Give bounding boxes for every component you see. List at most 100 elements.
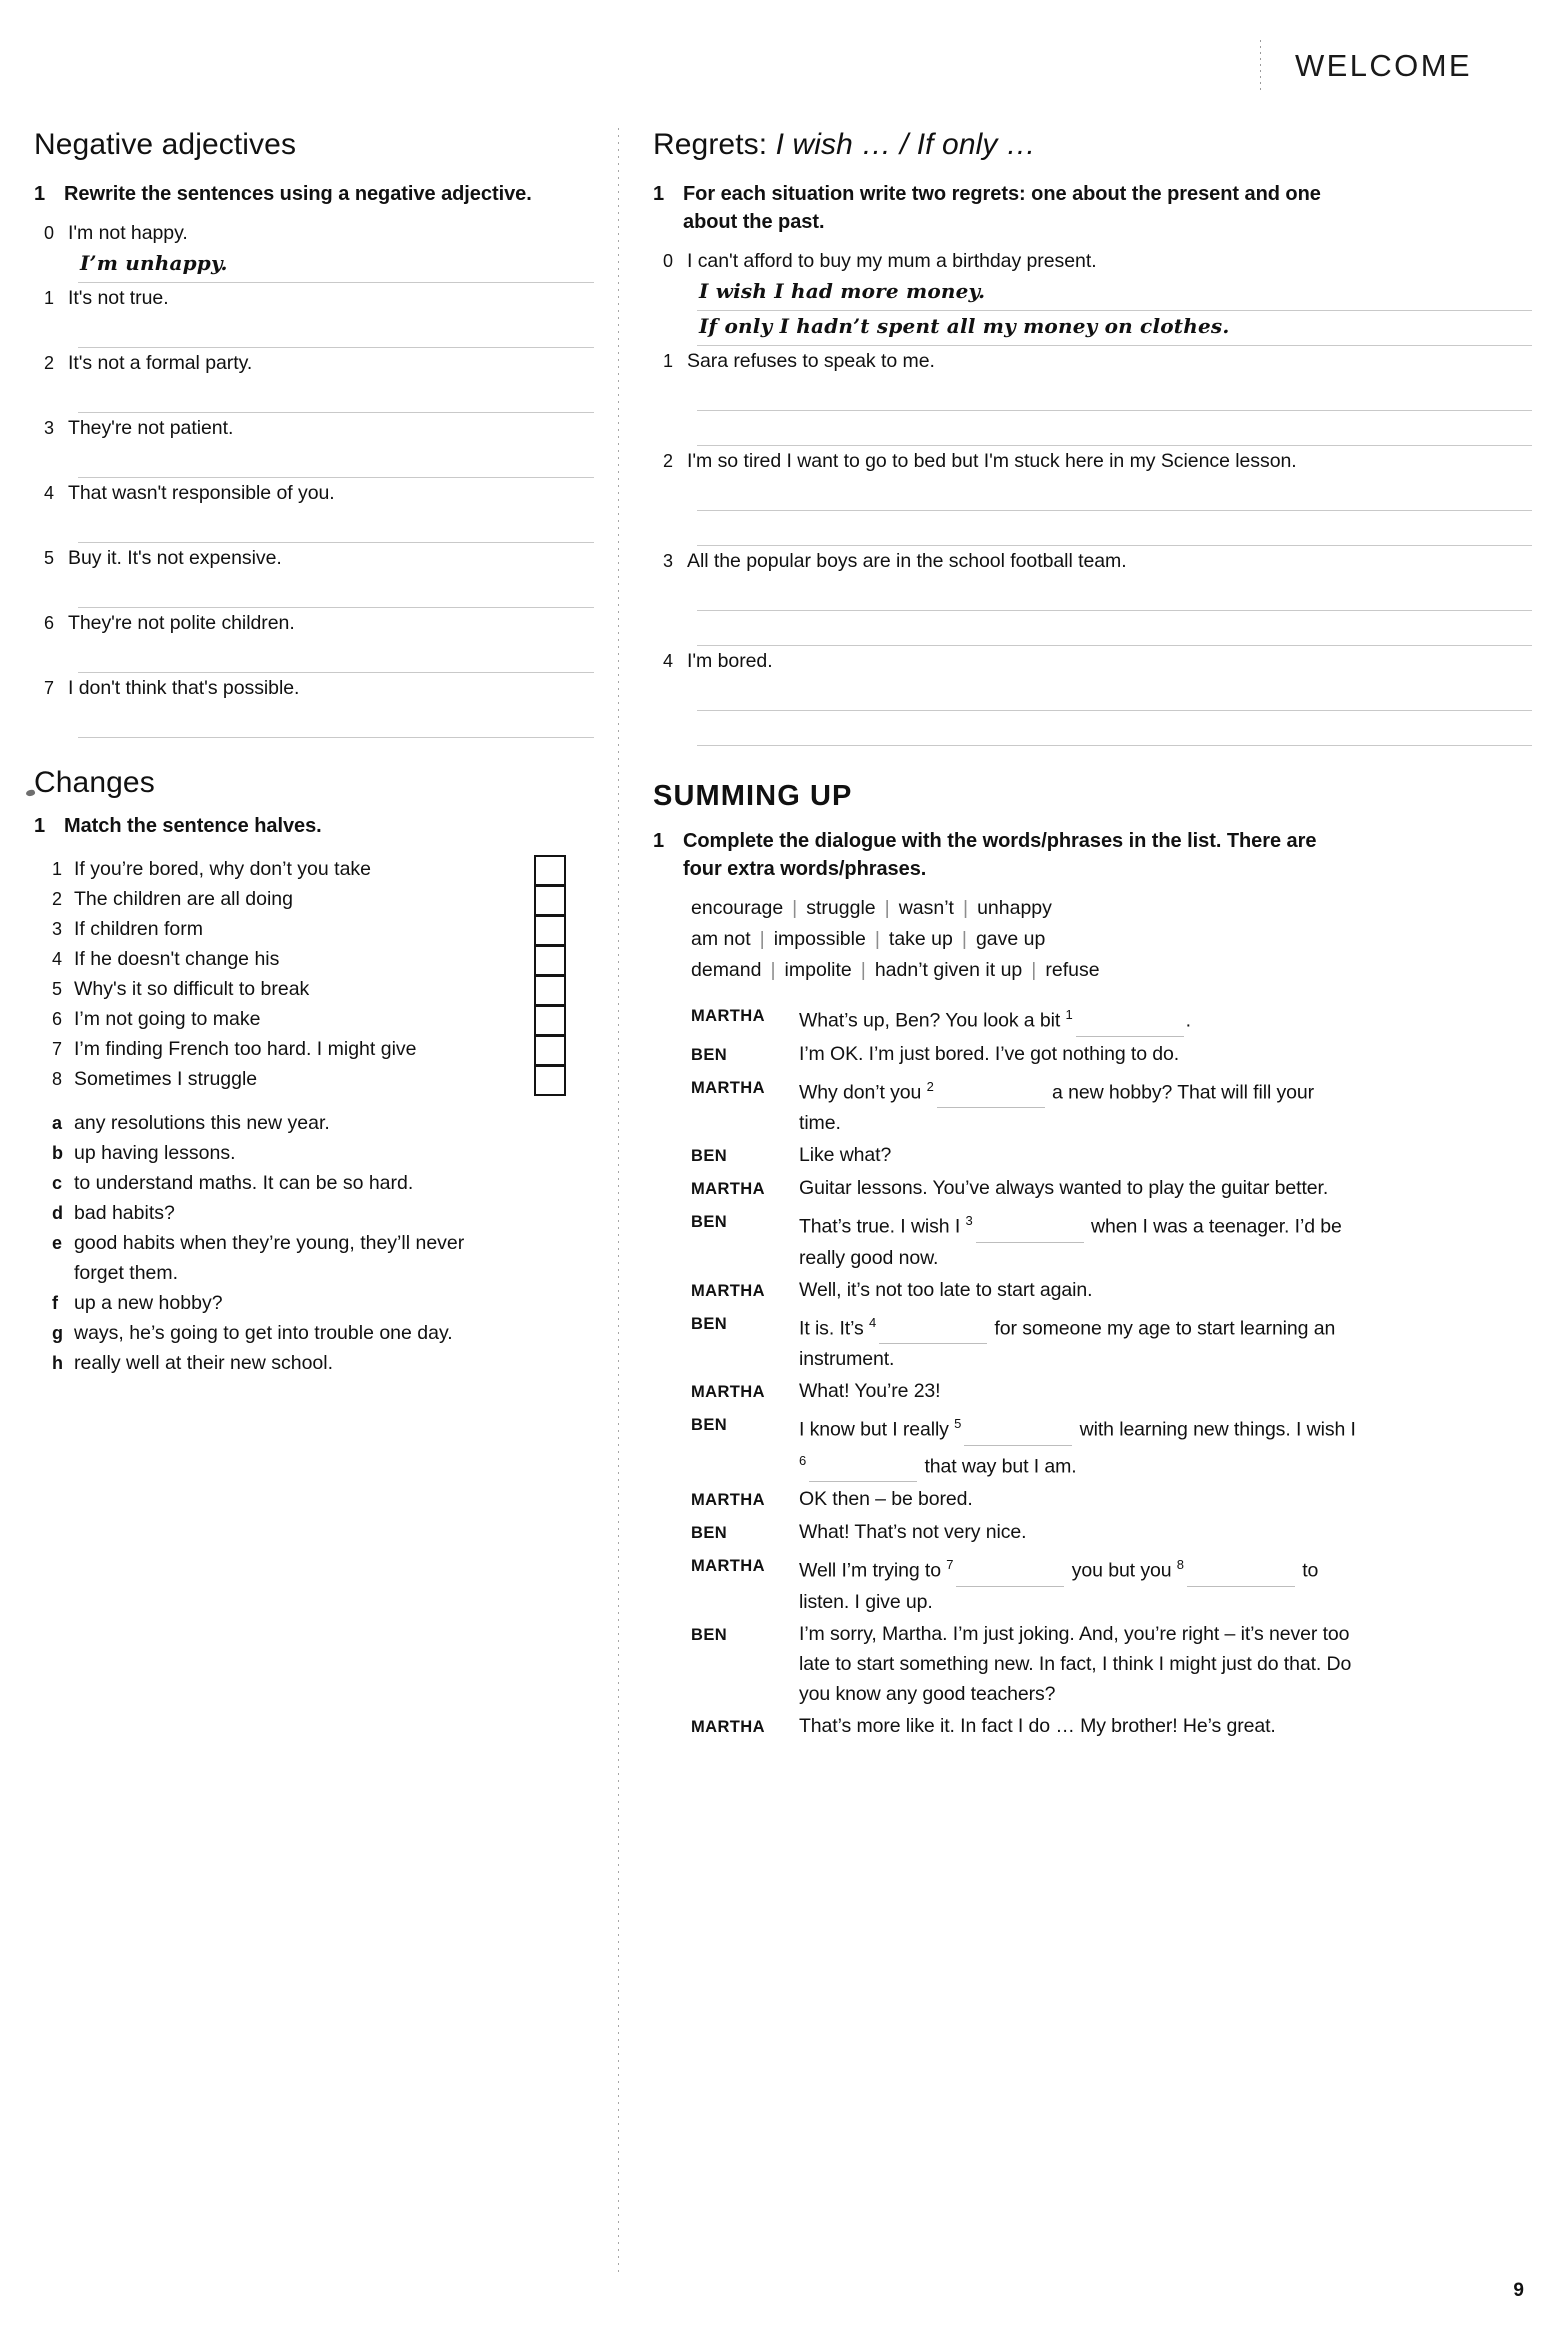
dialogue-line: BEN I know but I really 5 with learning n…	[691, 1409, 1532, 1482]
half-number: 6	[52, 1009, 63, 1029]
half-text: If you’re bored, why don’t you take	[74, 858, 372, 880]
dialogue-line: BEN That’s true. I wish I 3 when I was a …	[691, 1206, 1532, 1273]
half-text: I’m not going to make	[74, 1008, 261, 1030]
answer-box[interactable]	[534, 855, 566, 886]
answer-line[interactable]: I wish I had more money.	[697, 276, 1532, 311]
dialogue-speaker: MARTHA	[691, 1180, 765, 1198]
answer-line[interactable]	[697, 611, 1532, 646]
answer-line[interactable]	[697, 576, 1532, 611]
gap-blank[interactable]	[975, 1212, 1084, 1243]
section-heading-regrets-plain: Regrets:	[653, 128, 776, 161]
exercise-item: 0 I'm not happy.	[34, 218, 594, 248]
answer-line[interactable]	[697, 711, 1532, 746]
answer-box[interactable]	[534, 1035, 566, 1066]
dialogue-line: BEN I’m sorry, Martha. I’m just joking. A…	[691, 1619, 1532, 1709]
dialogue-line: BEN Like what?	[691, 1140, 1532, 1171]
dialogue-line: BEN It is. It’s 4 for someone my age to s…	[691, 1308, 1532, 1375]
dialogue-line: MARTHA What’s up, Ben? You look a bit 1 .	[691, 1000, 1532, 1037]
word-bank-item[interactable]: impolite	[785, 959, 852, 981]
exercise-item: 7 I don't think that's possible.	[34, 673, 594, 703]
item-number: 2	[663, 451, 674, 471]
answer-box[interactable]	[534, 885, 566, 916]
word-bank-item[interactable]: encourage	[691, 897, 783, 919]
answer-line[interactable]	[78, 703, 594, 738]
item-number: 7	[44, 678, 55, 698]
word-bank-item[interactable]: refuse	[1045, 959, 1099, 981]
word-bank-item[interactable]: struggle	[806, 897, 875, 919]
gap-blank[interactable]	[1186, 1556, 1295, 1587]
answer-line[interactable]	[78, 443, 594, 478]
answer-line[interactable]	[78, 313, 594, 348]
answer-box[interactable]	[534, 945, 566, 976]
answer-line[interactable]	[697, 411, 1532, 446]
section-summing-up: SUMMING UP 1 Complete the dialogue with …	[653, 780, 1532, 1742]
word-separator: |	[759, 928, 765, 950]
dialogue-text: It is. It’s 4 for someone my age to star…	[799, 1313, 1336, 1371]
answer-box[interactable]	[534, 975, 566, 1006]
answer-box[interactable]	[534, 1065, 566, 1096]
answer-line[interactable]	[78, 378, 594, 413]
page-number: 9	[1513, 2280, 1524, 2301]
sentence-halves-list: 1 If you’re bored, why don’t you take 2 The…	[34, 854, 594, 1094]
task-instruction: Complete the dialogue with the words/phr…	[683, 830, 1317, 880]
word-separator: |	[874, 928, 880, 950]
gap-blank[interactable]	[936, 1077, 1045, 1108]
word-separator: |	[860, 959, 866, 981]
sentence-half-row: 2 The children are all doing	[34, 884, 594, 914]
answer-line[interactable]	[697, 511, 1532, 546]
section-regrets: Regrets: I wish … / If only … 1 For each…	[653, 128, 1532, 746]
gap-blank[interactable]	[879, 1313, 988, 1344]
running-head-title: WELCOME	[1295, 48, 1472, 83]
exercise-item: 0 I can't afford to buy my mum a birthday…	[653, 246, 1532, 276]
section-heading-regrets: Regrets: I wish … / If only …	[653, 128, 1532, 162]
word-bank-item[interactable]: impossible	[774, 928, 866, 950]
word-bank-item[interactable]: demand	[691, 959, 761, 981]
word-bank-item[interactable]: hadn’t given it up	[875, 959, 1022, 981]
half-text: If he doesn't change his	[74, 948, 280, 970]
task-negative-adjectives: 1 Rewrite the sentences using a negative…	[34, 180, 594, 208]
word-bank-item[interactable]: unhappy	[977, 897, 1052, 919]
sentence-ending-row: f up a new hobby?	[34, 1288, 594, 1318]
word-bank-item[interactable]: wasn’t	[899, 897, 954, 919]
answer-box[interactable]	[534, 915, 566, 946]
word-bank: encourage | struggle | wasn’t | unhappy am not |…	[691, 893, 1251, 986]
dialogue-line: BEN I’m OK. I’m just bored. I’ve got noth…	[691, 1039, 1532, 1070]
gap-blank[interactable]	[809, 1451, 918, 1482]
sentence-half-row: 5 Why's it so difficult to break	[34, 974, 594, 1004]
half-text: I’m finding French too hard. I might giv…	[74, 1038, 417, 1060]
word-bank-item[interactable]: gave up	[976, 928, 1045, 950]
answer-line[interactable]	[78, 638, 594, 673]
handwritten-answer: If only I hadn’t spent all my money on c…	[699, 314, 1230, 338]
gap-blank[interactable]	[964, 1415, 1073, 1446]
right-column: Regrets: I wish … / If only … 1 For each…	[645, 128, 1532, 2276]
answer-line[interactable]: If only I hadn’t spent all my money on c…	[697, 311, 1532, 346]
section-heading-regrets-italic: I wish … / If only …	[775, 128, 1037, 161]
answer-line[interactable]	[78, 573, 594, 608]
answer-line[interactable]	[697, 376, 1532, 411]
dialogue-text: Like what?	[799, 1144, 892, 1166]
ending-letter: b	[52, 1143, 63, 1163]
word-separator: |	[792, 897, 798, 919]
half-number: 5	[52, 979, 63, 999]
gap-blank[interactable]	[1075, 1006, 1184, 1037]
word-bank-item[interactable]: take up	[889, 928, 953, 950]
task-number: 1	[653, 830, 665, 852]
item-prompt: That wasn't responsible of you.	[68, 482, 335, 504]
answer-line[interactable]	[697, 676, 1532, 711]
gap-number: 5	[954, 1416, 962, 1431]
negative-adjectives-item-list: 0 I'm not happy. I’m unhappy. 1 It's not tru…	[34, 218, 594, 738]
sentence-ending-row: h really well at their new school.	[34, 1348, 594, 1378]
word-separator: |	[962, 897, 969, 919]
task-changes: 1 Match the sentence halves.	[34, 812, 594, 840]
sentence-endings-list: a any resolutions this new year. b up havin…	[34, 1108, 594, 1378]
answer-line[interactable]	[78, 508, 594, 543]
gap-blank[interactable]	[956, 1556, 1065, 1587]
answer-box[interactable]	[534, 1005, 566, 1036]
gap-number: 2	[926, 1078, 934, 1094]
word-bank-item[interactable]: am not	[691, 928, 751, 950]
item-number: 1	[663, 351, 674, 371]
dialogue-speaker: MARTHA	[691, 1491, 765, 1509]
answer-line[interactable]: I’m unhappy.	[78, 248, 594, 283]
answer-line[interactable]	[697, 476, 1532, 511]
dialogue-text: I’m OK. I’m just bored. I’ve got nothing…	[799, 1042, 1180, 1065]
